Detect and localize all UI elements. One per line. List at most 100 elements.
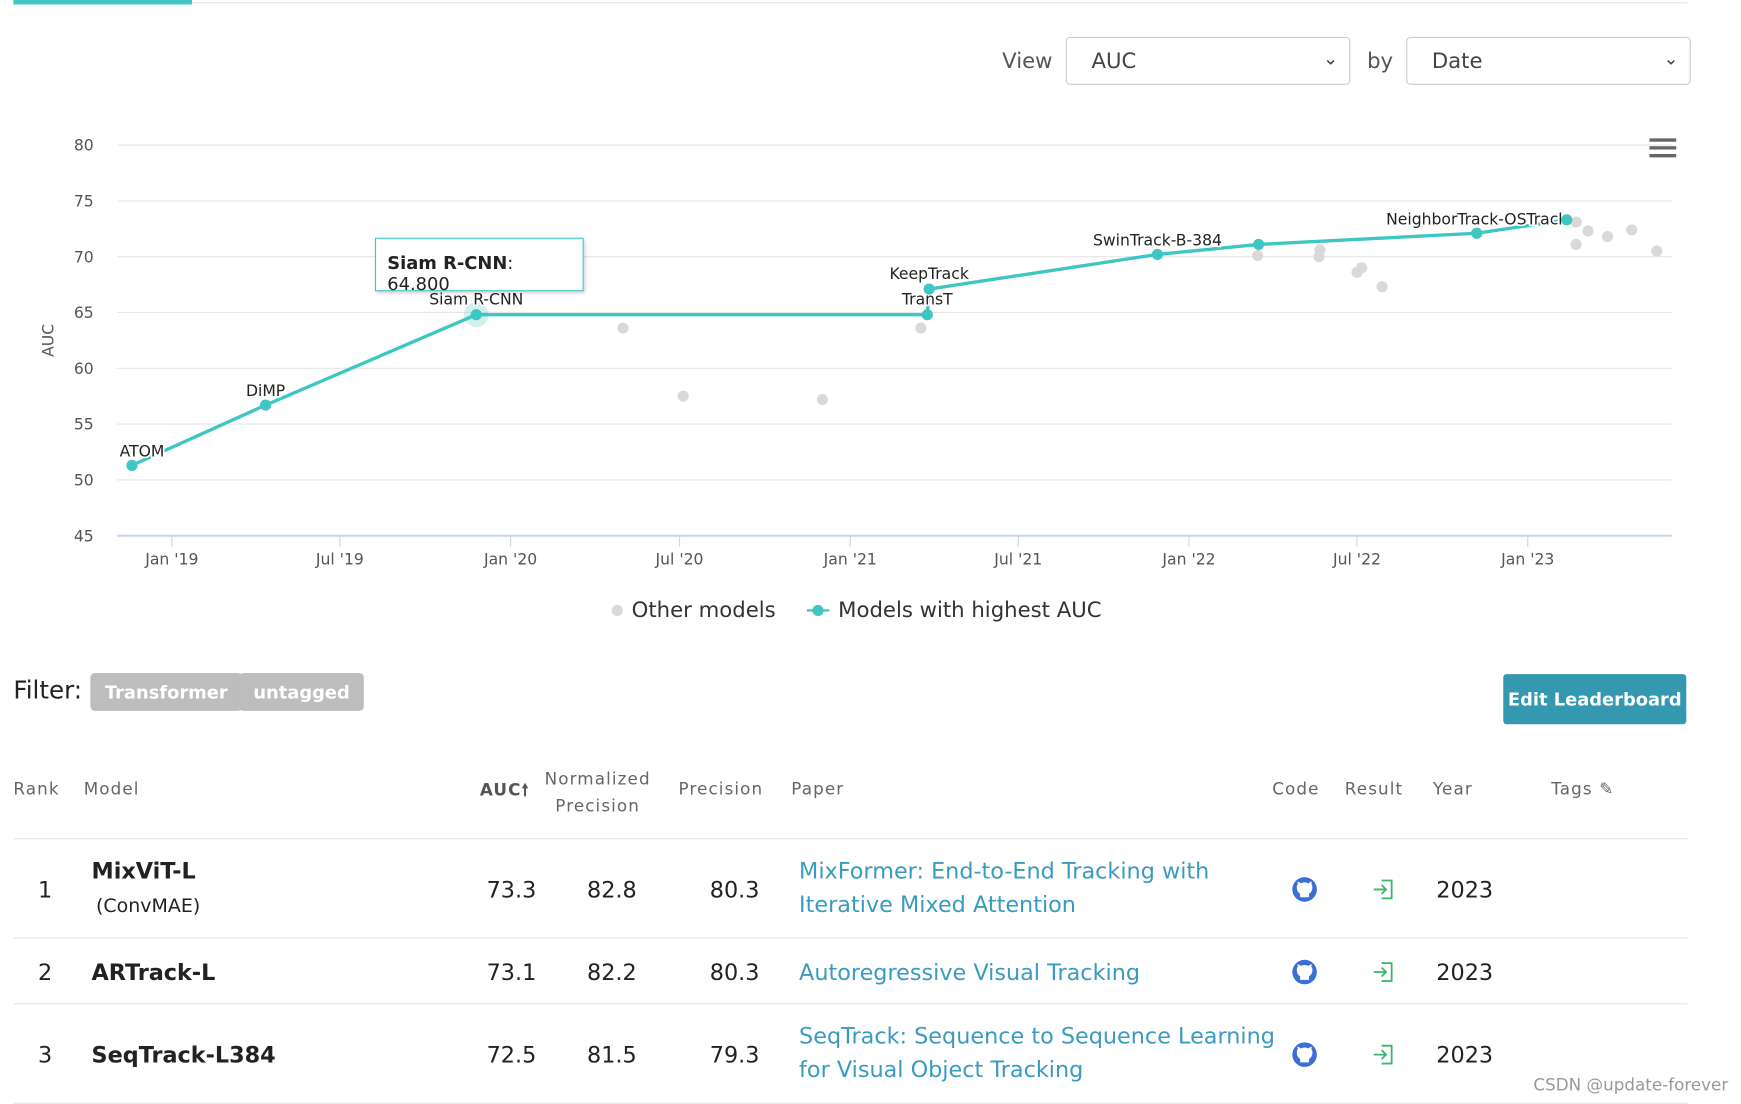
x-tick-label: Jan '20 — [483, 551, 537, 569]
paper-link[interactable]: MixFormer: End-to-End Tracking with Itera… — [799, 854, 1209, 921]
paper-title-line1: Autoregressive Visual Tracking — [799, 958, 1141, 985]
table-row: 1 MixViT-L (ConvMAE) 73.3 82.8 80.3 MixFormer:… — [13, 839, 1688, 939]
paper-link[interactable]: SeqTrack: Sequence to Sequence Learning f… — [799, 1019, 1275, 1086]
precision-value: 80.3 — [709, 875, 760, 903]
edit-leaderboard-button[interactable]: Edit Leaderboard — [1503, 674, 1687, 725]
other-model-point — [1356, 262, 1368, 274]
precision-value: 80.3 — [709, 958, 760, 985]
x-tick-label: Jul '22 — [1332, 551, 1381, 569]
y-tick-label: 45 — [74, 527, 94, 545]
header-auc-label: AUC — [479, 780, 522, 801]
header-paper: Paper — [791, 778, 845, 800]
other-model-point — [1626, 224, 1638, 236]
github-icon[interactable] — [1291, 958, 1318, 990]
legend-other[interactable]: Other models — [632, 598, 776, 623]
x-tick-label: Jan '22 — [1161, 551, 1215, 569]
model-name[interactable]: MixViT-L — [92, 857, 196, 884]
tooltip-value: 64.800 — [387, 273, 450, 295]
y-tick-label: 70 — [74, 248, 94, 266]
sota-point — [1151, 248, 1164, 261]
header-normalized-precision[interactable]: Normalized Precision — [545, 766, 651, 820]
y-tick-label: 60 — [74, 360, 94, 378]
point-label: ATOM — [120, 442, 165, 460]
auc-value: 72.5 — [486, 1040, 537, 1068]
point-label: KeepTrack — [889, 265, 968, 283]
rank: 3 — [37, 1040, 53, 1068]
result-icon[interactable] — [1370, 1041, 1397, 1073]
model-name[interactable]: ARTrack-L — [92, 958, 216, 985]
other-model-point — [1602, 231, 1614, 243]
auc-chart: 45 50 55 60 65 70 75 80 Jan '19 Jul '19 Jan '20 Jul… — [40, 137, 1672, 569]
header-norm-line2: Precision — [555, 795, 641, 816]
legend-sota-marker — [806, 604, 830, 617]
chart-legend: Other models Models with highest AUC — [611, 598, 1102, 623]
year: 2023 — [1436, 958, 1494, 985]
github-icon[interactable] — [1291, 1041, 1318, 1073]
precision-value: 79.3 — [709, 1040, 760, 1068]
sota-point — [470, 309, 482, 321]
chart-tooltip: Siam R-CNN: 64.800 — [374, 237, 584, 295]
sota-point — [923, 283, 935, 295]
sota-point — [1253, 238, 1265, 250]
result-icon[interactable] — [1370, 958, 1397, 990]
other-model-point — [677, 390, 689, 402]
y-tick-label: 55 — [74, 416, 94, 434]
sota-point — [1471, 227, 1483, 239]
other-model-point — [1570, 238, 1582, 250]
sort-arrow-up-icon: 🠕 — [521, 780, 530, 801]
model-name[interactable]: SeqTrack-L384 — [92, 1041, 276, 1068]
header-model[interactable]: Model — [84, 779, 140, 799]
y-tick-label: 80 — [74, 137, 94, 155]
y-tick-label: 50 — [74, 471, 94, 489]
x-tick-label: Jul '21 — [993, 551, 1042, 569]
table-row: 2 ARTrack-L 73.1 82.2 80.3 Autoregressive Vis… — [13, 939, 1688, 1005]
point-label: NeighborTrack-OSTrack — [1386, 210, 1567, 228]
other-model-point — [915, 322, 927, 334]
filter-tag-untagged[interactable]: untagged — [238, 672, 365, 711]
other-model-point — [1376, 281, 1388, 293]
header-year[interactable]: Year — [1433, 779, 1473, 799]
header-auc[interactable]: AUC🠕 — [480, 779, 530, 807]
other-model-point — [1313, 251, 1325, 263]
other-model-point — [1570, 216, 1582, 228]
header-tags-label: Tags — [1551, 778, 1593, 800]
table-row: 3 SeqTrack-L384 72.5 81.5 79.3 SeqTrack: Sequ… — [13, 1004, 1688, 1104]
filter-tag-transformer[interactable]: Transformer — [90, 672, 243, 711]
x-tick-label: Jul '19 — [315, 551, 364, 569]
sota-point — [260, 399, 272, 411]
filter-label: Filter: — [13, 677, 83, 706]
legend-other-marker — [611, 604, 623, 617]
tooltip-name: Siam R-CNN — [387, 252, 508, 274]
y-tick-label: 75 — [74, 192, 94, 210]
header-rank: Rank — [13, 778, 60, 800]
auc-value: 73.1 — [486, 958, 537, 985]
github-icon[interactable] — [1291, 876, 1318, 908]
watermark: CSDN @update-forever — [1533, 1074, 1729, 1095]
other-model-point — [1252, 249, 1264, 262]
sota-point — [1561, 214, 1573, 226]
point-label: DiMP — [246, 382, 285, 400]
x-tick-label: Jan '19 — [144, 551, 198, 569]
point-label: SwinTrack-B-384 — [1093, 232, 1222, 250]
other-model-point — [617, 322, 629, 334]
year: 2023 — [1436, 1040, 1494, 1068]
auc-value: 73.3 — [486, 875, 537, 903]
edit-tags-icon[interactable]: ✎ — [1599, 779, 1614, 799]
legend-sota[interactable]: Models with highest AUC — [838, 598, 1101, 623]
paper-link[interactable]: Autoregressive Visual Tracking — [799, 955, 1140, 988]
x-tick-label: Jul '20 — [655, 551, 704, 569]
y-tick-label: 65 — [74, 304, 94, 322]
result-icon[interactable] — [1370, 876, 1397, 908]
header-norm-line1: Normalized — [544, 768, 651, 790]
paper-title-line2: for Visual Object Tracking — [799, 1055, 1084, 1083]
chart-menu-icon[interactable] — [1649, 138, 1677, 158]
model-variant: (ConvMAE) — [95, 895, 201, 918]
y-axis-label: AUC — [40, 324, 58, 357]
sota-point — [921, 309, 933, 321]
header-precision[interactable]: Precision — [679, 779, 764, 799]
other-model-point — [816, 393, 829, 406]
header-tags: Tags ✎ — [1551, 779, 1614, 799]
normalized-precision-value: 82.2 — [587, 958, 637, 985]
header-code: Code — [1272, 778, 1320, 800]
other-model-point — [1651, 245, 1663, 257]
